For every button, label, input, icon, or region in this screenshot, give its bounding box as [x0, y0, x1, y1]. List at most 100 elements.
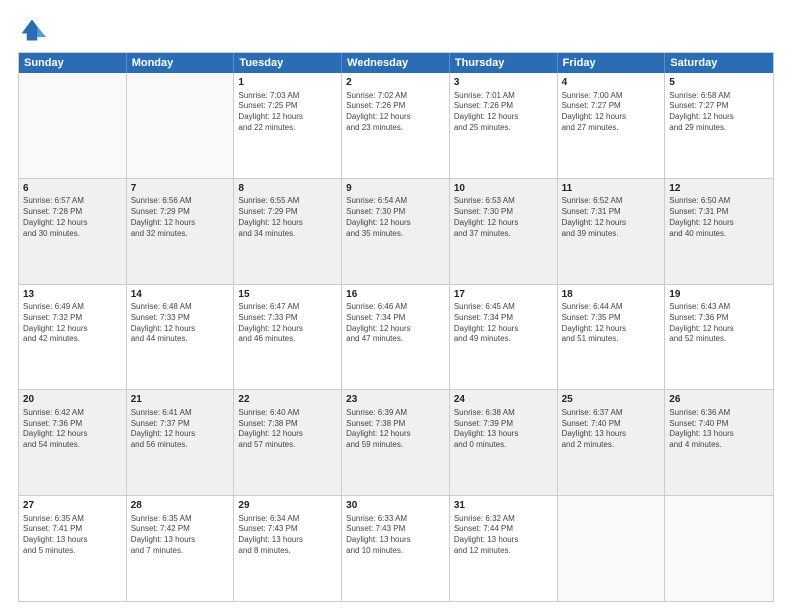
cell-info-line: Sunset: 7:38 PM — [346, 419, 445, 430]
cell-info-line: Sunrise: 6:49 AM — [23, 302, 122, 313]
cell-info-line: and 59 minutes. — [346, 440, 445, 451]
day-cell-18: 18Sunrise: 6:44 AMSunset: 7:35 PMDayligh… — [558, 285, 666, 390]
cell-info-line: Daylight: 12 hours — [454, 218, 553, 229]
cell-info-line: Daylight: 13 hours — [23, 535, 122, 546]
cell-info-line: Sunrise: 7:00 AM — [562, 91, 661, 102]
cell-info-line: Sunset: 7:26 PM — [346, 101, 445, 112]
day-number: 1 — [238, 76, 337, 90]
day-number: 30 — [346, 499, 445, 513]
day-cell-30: 30Sunrise: 6:33 AMSunset: 7:43 PMDayligh… — [342, 496, 450, 601]
cell-info-line: Sunrise: 6:46 AM — [346, 302, 445, 313]
cell-info-line: and 44 minutes. — [131, 334, 230, 345]
cell-info-line: Daylight: 12 hours — [131, 218, 230, 229]
day-number: 15 — [238, 288, 337, 302]
day-cell-2: 2Sunrise: 7:02 AMSunset: 7:26 PMDaylight… — [342, 73, 450, 178]
cell-info-line: Sunset: 7:42 PM — [131, 524, 230, 535]
cell-info-line: Daylight: 13 hours — [454, 535, 553, 546]
header-day-monday: Monday — [127, 53, 235, 73]
day-cell-31: 31Sunrise: 6:32 AMSunset: 7:44 PMDayligh… — [450, 496, 558, 601]
cell-info-line: Daylight: 12 hours — [669, 112, 769, 123]
day-cell-12: 12Sunrise: 6:50 AMSunset: 7:31 PMDayligh… — [665, 179, 773, 284]
cell-info-line: Sunrise: 6:43 AM — [669, 302, 769, 313]
day-cell-21: 21Sunrise: 6:41 AMSunset: 7:37 PMDayligh… — [127, 390, 235, 495]
cell-info-line: Sunset: 7:41 PM — [23, 524, 122, 535]
cell-info-line: Sunset: 7:37 PM — [131, 419, 230, 430]
day-number: 11 — [562, 182, 661, 196]
day-number: 25 — [562, 393, 661, 407]
cell-info-line: and 0 minutes. — [454, 440, 553, 451]
cell-info-line: Sunset: 7:38 PM — [238, 419, 337, 430]
day-number: 2 — [346, 76, 445, 90]
calendar-row-3: 13Sunrise: 6:49 AMSunset: 7:32 PMDayligh… — [19, 284, 773, 390]
cell-info-line: Sunrise: 6:52 AM — [562, 196, 661, 207]
cell-info-line: and 23 minutes. — [346, 123, 445, 134]
day-cell-19: 19Sunrise: 6:43 AMSunset: 7:36 PMDayligh… — [665, 285, 773, 390]
calendar-header: SundayMondayTuesdayWednesdayThursdayFrid… — [19, 53, 773, 73]
cell-info-line: and 34 minutes. — [238, 229, 337, 240]
cell-info-line: Sunrise: 6:41 AM — [131, 408, 230, 419]
cell-info-line: and 51 minutes. — [562, 334, 661, 345]
empty-cell — [558, 496, 666, 601]
day-number: 23 — [346, 393, 445, 407]
day-number: 4 — [562, 76, 661, 90]
day-cell-15: 15Sunrise: 6:47 AMSunset: 7:33 PMDayligh… — [234, 285, 342, 390]
day-cell-28: 28Sunrise: 6:35 AMSunset: 7:42 PMDayligh… — [127, 496, 235, 601]
day-cell-8: 8Sunrise: 6:55 AMSunset: 7:29 PMDaylight… — [234, 179, 342, 284]
day-number: 31 — [454, 499, 553, 513]
cell-info-line: Daylight: 13 hours — [669, 429, 769, 440]
empty-cell — [127, 73, 235, 178]
cell-info-line: and 7 minutes. — [131, 546, 230, 557]
day-cell-27: 27Sunrise: 6:35 AMSunset: 7:41 PMDayligh… — [19, 496, 127, 601]
day-number: 3 — [454, 76, 553, 90]
cell-info-line: and 42 minutes. — [23, 334, 122, 345]
cell-info-line: Sunset: 7:27 PM — [669, 101, 769, 112]
cell-info-line: Daylight: 13 hours — [454, 429, 553, 440]
cell-info-line: and 25 minutes. — [454, 123, 553, 134]
day-number: 18 — [562, 288, 661, 302]
cell-info-line: Daylight: 13 hours — [131, 535, 230, 546]
empty-cell — [665, 496, 773, 601]
cell-info-line: Sunset: 7:26 PM — [454, 101, 553, 112]
day-cell-26: 26Sunrise: 6:36 AMSunset: 7:40 PMDayligh… — [665, 390, 773, 495]
day-cell-14: 14Sunrise: 6:48 AMSunset: 7:33 PMDayligh… — [127, 285, 235, 390]
calendar-row-4: 20Sunrise: 6:42 AMSunset: 7:36 PMDayligh… — [19, 389, 773, 495]
cell-info-line: Sunset: 7:30 PM — [346, 207, 445, 218]
day-number: 14 — [131, 288, 230, 302]
day-number: 12 — [669, 182, 769, 196]
day-cell-22: 22Sunrise: 6:40 AMSunset: 7:38 PMDayligh… — [234, 390, 342, 495]
cell-info-line: Sunrise: 6:54 AM — [346, 196, 445, 207]
cell-info-line: and 32 minutes. — [131, 229, 230, 240]
calendar-body: 1Sunrise: 7:03 AMSunset: 7:25 PMDaylight… — [19, 73, 773, 601]
cell-info-line: and 46 minutes. — [238, 334, 337, 345]
cell-info-line: Sunset: 7:43 PM — [346, 524, 445, 535]
cell-info-line: and 39 minutes. — [562, 229, 661, 240]
cell-info-line: Daylight: 12 hours — [23, 324, 122, 335]
day-cell-25: 25Sunrise: 6:37 AMSunset: 7:40 PMDayligh… — [558, 390, 666, 495]
day-cell-6: 6Sunrise: 6:57 AMSunset: 7:28 PMDaylight… — [19, 179, 127, 284]
cell-info-line: Sunset: 7:39 PM — [454, 419, 553, 430]
day-number: 22 — [238, 393, 337, 407]
cell-info-line: Sunrise: 6:40 AM — [238, 408, 337, 419]
day-cell-7: 7Sunrise: 6:56 AMSunset: 7:29 PMDaylight… — [127, 179, 235, 284]
cell-info-line: Sunrise: 6:45 AM — [454, 302, 553, 313]
cell-info-line: Daylight: 12 hours — [346, 429, 445, 440]
cell-info-line: Sunset: 7:33 PM — [131, 313, 230, 324]
cell-info-line: Daylight: 12 hours — [23, 429, 122, 440]
cell-info-line: Daylight: 12 hours — [669, 218, 769, 229]
cell-info-line: Sunset: 7:28 PM — [23, 207, 122, 218]
cell-info-line: Sunset: 7:35 PM — [562, 313, 661, 324]
cell-info-line: Daylight: 13 hours — [238, 535, 337, 546]
calendar-row-1: 1Sunrise: 7:03 AMSunset: 7:25 PMDaylight… — [19, 73, 773, 178]
day-cell-10: 10Sunrise: 6:53 AMSunset: 7:30 PMDayligh… — [450, 179, 558, 284]
cell-info-line: Sunrise: 6:32 AM — [454, 514, 553, 525]
cell-info-line: Sunrise: 6:42 AM — [23, 408, 122, 419]
day-number: 16 — [346, 288, 445, 302]
cell-info-line: Sunset: 7:29 PM — [238, 207, 337, 218]
cell-info-line: Sunset: 7:29 PM — [131, 207, 230, 218]
cell-info-line: Sunset: 7:43 PM — [238, 524, 337, 535]
cell-info-line: Sunset: 7:36 PM — [669, 313, 769, 324]
cell-info-line: and 22 minutes. — [238, 123, 337, 134]
day-number: 24 — [454, 393, 553, 407]
header-day-thursday: Thursday — [450, 53, 558, 73]
cell-info-line: Sunrise: 6:58 AM — [669, 91, 769, 102]
